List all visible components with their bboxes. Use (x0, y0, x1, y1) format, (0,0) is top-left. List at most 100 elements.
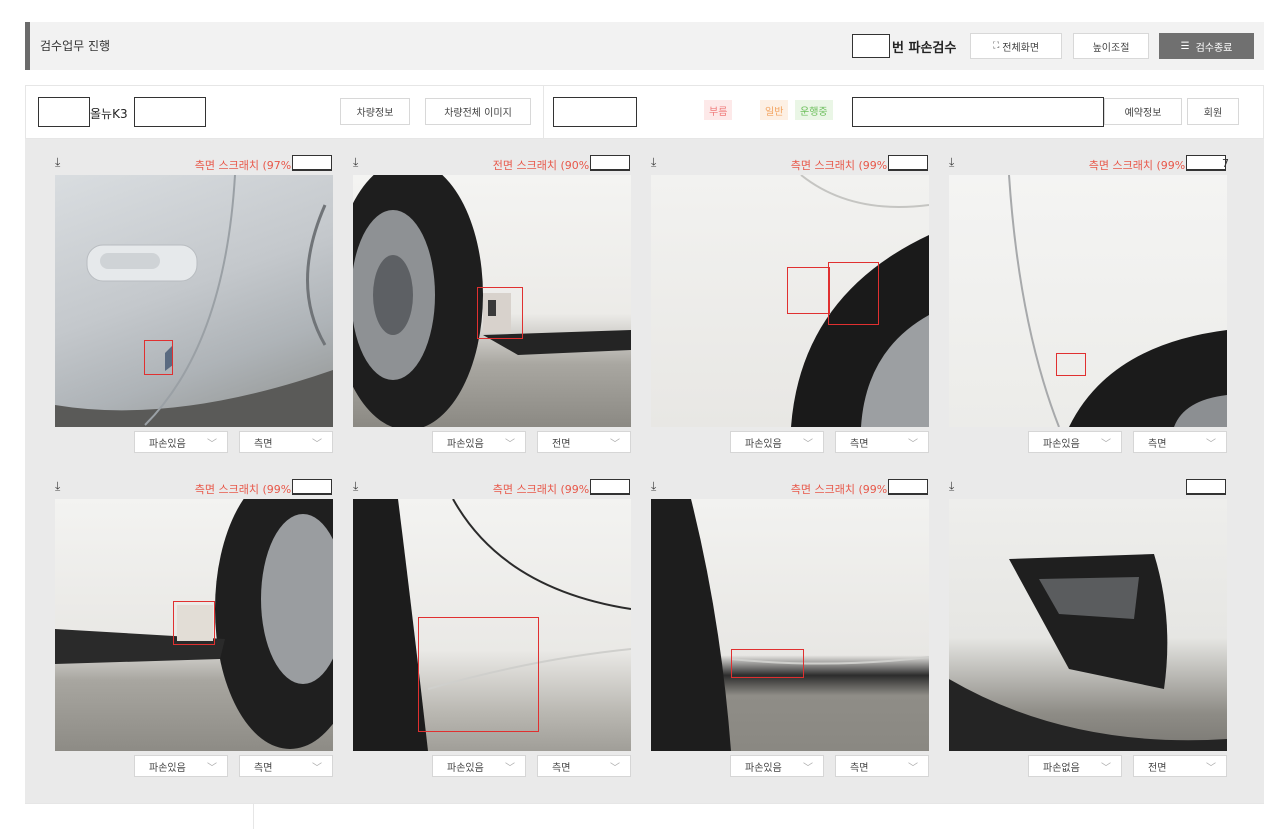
damage-bounding-box (418, 617, 539, 732)
damage-photo[interactable] (353, 499, 631, 751)
damage-status-value: 파손있음 (447, 438, 484, 450)
label-suffix: 7 (1222, 157, 1229, 170)
chevron-down-icon: ﹀ (1101, 763, 1111, 774)
damage-bounding-box (731, 649, 804, 678)
damage-label: 측면 스크래치 (99%), (492, 483, 597, 496)
reservation-info-button[interactable]: 예약정보 (1104, 98, 1182, 125)
damage-status-select[interactable]: 파손있음 ﹀ (134, 755, 228, 777)
damage-bounding-box (787, 267, 830, 314)
damage-label: 측면 스크래치 (99%), (1088, 159, 1193, 172)
side-select[interactable]: 전면 ﹀ (537, 431, 631, 453)
bottom-panel (25, 803, 1264, 829)
side-value: 측면 (254, 762, 273, 774)
download-icon[interactable]: ⤓ (949, 479, 954, 494)
bumper-corner-illustration (651, 499, 929, 751)
download-icon[interactable]: ⤓ (55, 155, 60, 170)
inspection-header: 검수업무 진행 번 파손검수 ⛶ 전체화면 높이조절 ☰ 검수종료 (25, 22, 1264, 70)
height-adjust-button[interactable]: 높이조절 (1073, 33, 1149, 59)
damage-status-select[interactable]: 파손있음 ﹀ (432, 431, 526, 453)
side-value: 측면 (552, 762, 571, 774)
chevron-down-icon: ﹀ (312, 439, 322, 450)
download-icon[interactable]: ⤓ (651, 155, 656, 170)
finish-inspection-button[interactable]: ☰ 검수종료 (1159, 33, 1254, 59)
side-select[interactable]: 측면 ﹀ (835, 755, 929, 777)
member-button[interactable]: 회원 (1187, 98, 1239, 125)
download-icon[interactable]: ⤓ (353, 155, 358, 170)
rear-arch-illustration (1008, 175, 1227, 427)
side-select[interactable]: 전면 ﹀ (1133, 755, 1227, 777)
panel-divider (253, 804, 254, 829)
side-select[interactable]: 측면 ﹀ (239, 431, 333, 453)
photo-card-header: ⤓ 측면 스크래치 (97%), (55, 155, 333, 175)
tag-call: 부름 (704, 100, 733, 120)
photo-card-header: ⤓ 전면 스크래치 (90%), (353, 155, 631, 175)
damage-label: 전면 스크래치 (90%), (492, 159, 597, 172)
customer-redacted (553, 97, 637, 127)
height-adjust-label: 높이조절 (1092, 42, 1130, 54)
photo-card-header: ⤓ 측면 스크래치 (99%), (353, 479, 631, 499)
reservation-info-label: 예약정보 (1124, 108, 1162, 119)
side-select[interactable]: 측면 ﹀ (239, 755, 333, 777)
damage-photo[interactable] (353, 175, 631, 427)
photo-card-header: ⤓ 측면 스크래치 (99%), (651, 155, 929, 175)
label-redacted (590, 155, 630, 171)
photo-card-header: ⤓ (949, 479, 1227, 499)
side-select[interactable]: 측면 ﹀ (537, 755, 631, 777)
photo-card-header: ⤓ 측면 스크래치 (99%), 7 (949, 155, 1229, 175)
side-select[interactable]: 측면 ﹀ (1133, 431, 1227, 453)
damage-photo[interactable] (949, 499, 1227, 751)
damage-photo[interactable] (651, 499, 929, 751)
chevron-down-icon: ﹀ (908, 439, 918, 450)
damage-status-select[interactable]: 파손있음 ﹀ (730, 755, 824, 777)
damage-photo[interactable] (55, 175, 333, 427)
vehicle-info-button[interactable]: 차량정보 (340, 98, 410, 125)
member-label: 회원 (1203, 108, 1223, 119)
fullscreen-icon: ⛶ (992, 41, 1000, 51)
label-redacted (1186, 479, 1226, 495)
chevron-down-icon: ﹀ (908, 763, 918, 774)
damage-photo[interactable] (651, 175, 929, 427)
download-icon[interactable]: ⤓ (55, 479, 60, 494)
label-redacted (590, 479, 630, 495)
damage-status-select[interactable]: 파손있음 ﹀ (1028, 431, 1122, 453)
damage-status-value: 파손있음 (149, 438, 186, 450)
damage-photo[interactable] (55, 499, 333, 751)
tag-general: 일반 (760, 100, 789, 120)
chevron-down-icon: ﹀ (207, 763, 217, 774)
finish-inspection-label: 검수종료 (1195, 42, 1233, 54)
damage-status-value: 파손있음 (447, 762, 484, 774)
address-redacted (852, 97, 1104, 127)
front-bumper-illustration (949, 554, 1227, 751)
damage-bounding-box (144, 340, 173, 375)
vehicle-images-button[interactable]: 차량전체 이미지 (425, 98, 531, 125)
damage-label: 측면 스크래치 (99%), (790, 159, 895, 172)
inspection-label: 번 파손검수 (892, 41, 957, 56)
damage-status-select[interactable]: 파손있음 ﹀ (432, 755, 526, 777)
vehicle-info-bar: 올뉴K3 차량정보 차량전체 이미지 부름 일반 운행중 예약정보 회원 (25, 85, 1264, 140)
label-redacted (888, 479, 928, 495)
label-redacted (292, 155, 332, 171)
damage-status-select[interactable]: 파손있음 ﹀ (134, 431, 228, 453)
chevron-down-icon: ﹀ (610, 763, 620, 774)
label-redacted (888, 155, 928, 171)
vehicle-detail-redacted (134, 97, 206, 127)
damage-status-select[interactable]: 파손없음 ﹀ (1028, 755, 1122, 777)
damage-status-value: 파손없음 (1043, 762, 1080, 774)
plate-redacted (38, 97, 90, 127)
damage-bounding-box (173, 601, 215, 645)
side-value: 측면 (850, 762, 869, 774)
fullscreen-button[interactable]: ⛶ 전체화면 (970, 33, 1062, 59)
chevron-down-icon: ﹀ (803, 439, 813, 450)
damage-label: 측면 스크래치 (97%), (194, 159, 299, 172)
chevron-down-icon: ﹀ (610, 439, 620, 450)
download-icon[interactable]: ⤓ (353, 479, 358, 494)
inspection-number-redacted (852, 34, 890, 58)
download-icon[interactable]: ⤓ (651, 479, 656, 494)
side-select[interactable]: 측면 ﹀ (835, 431, 929, 453)
damage-status-select[interactable]: 파손있음 ﹀ (730, 431, 824, 453)
side-value: 전면 (1148, 762, 1167, 774)
download-icon[interactable]: ⤓ (949, 155, 954, 170)
damage-status-value: 파손있음 (1043, 438, 1080, 450)
vehicle-info-label: 차량정보 (356, 108, 394, 119)
damage-photo[interactable] (949, 175, 1227, 427)
